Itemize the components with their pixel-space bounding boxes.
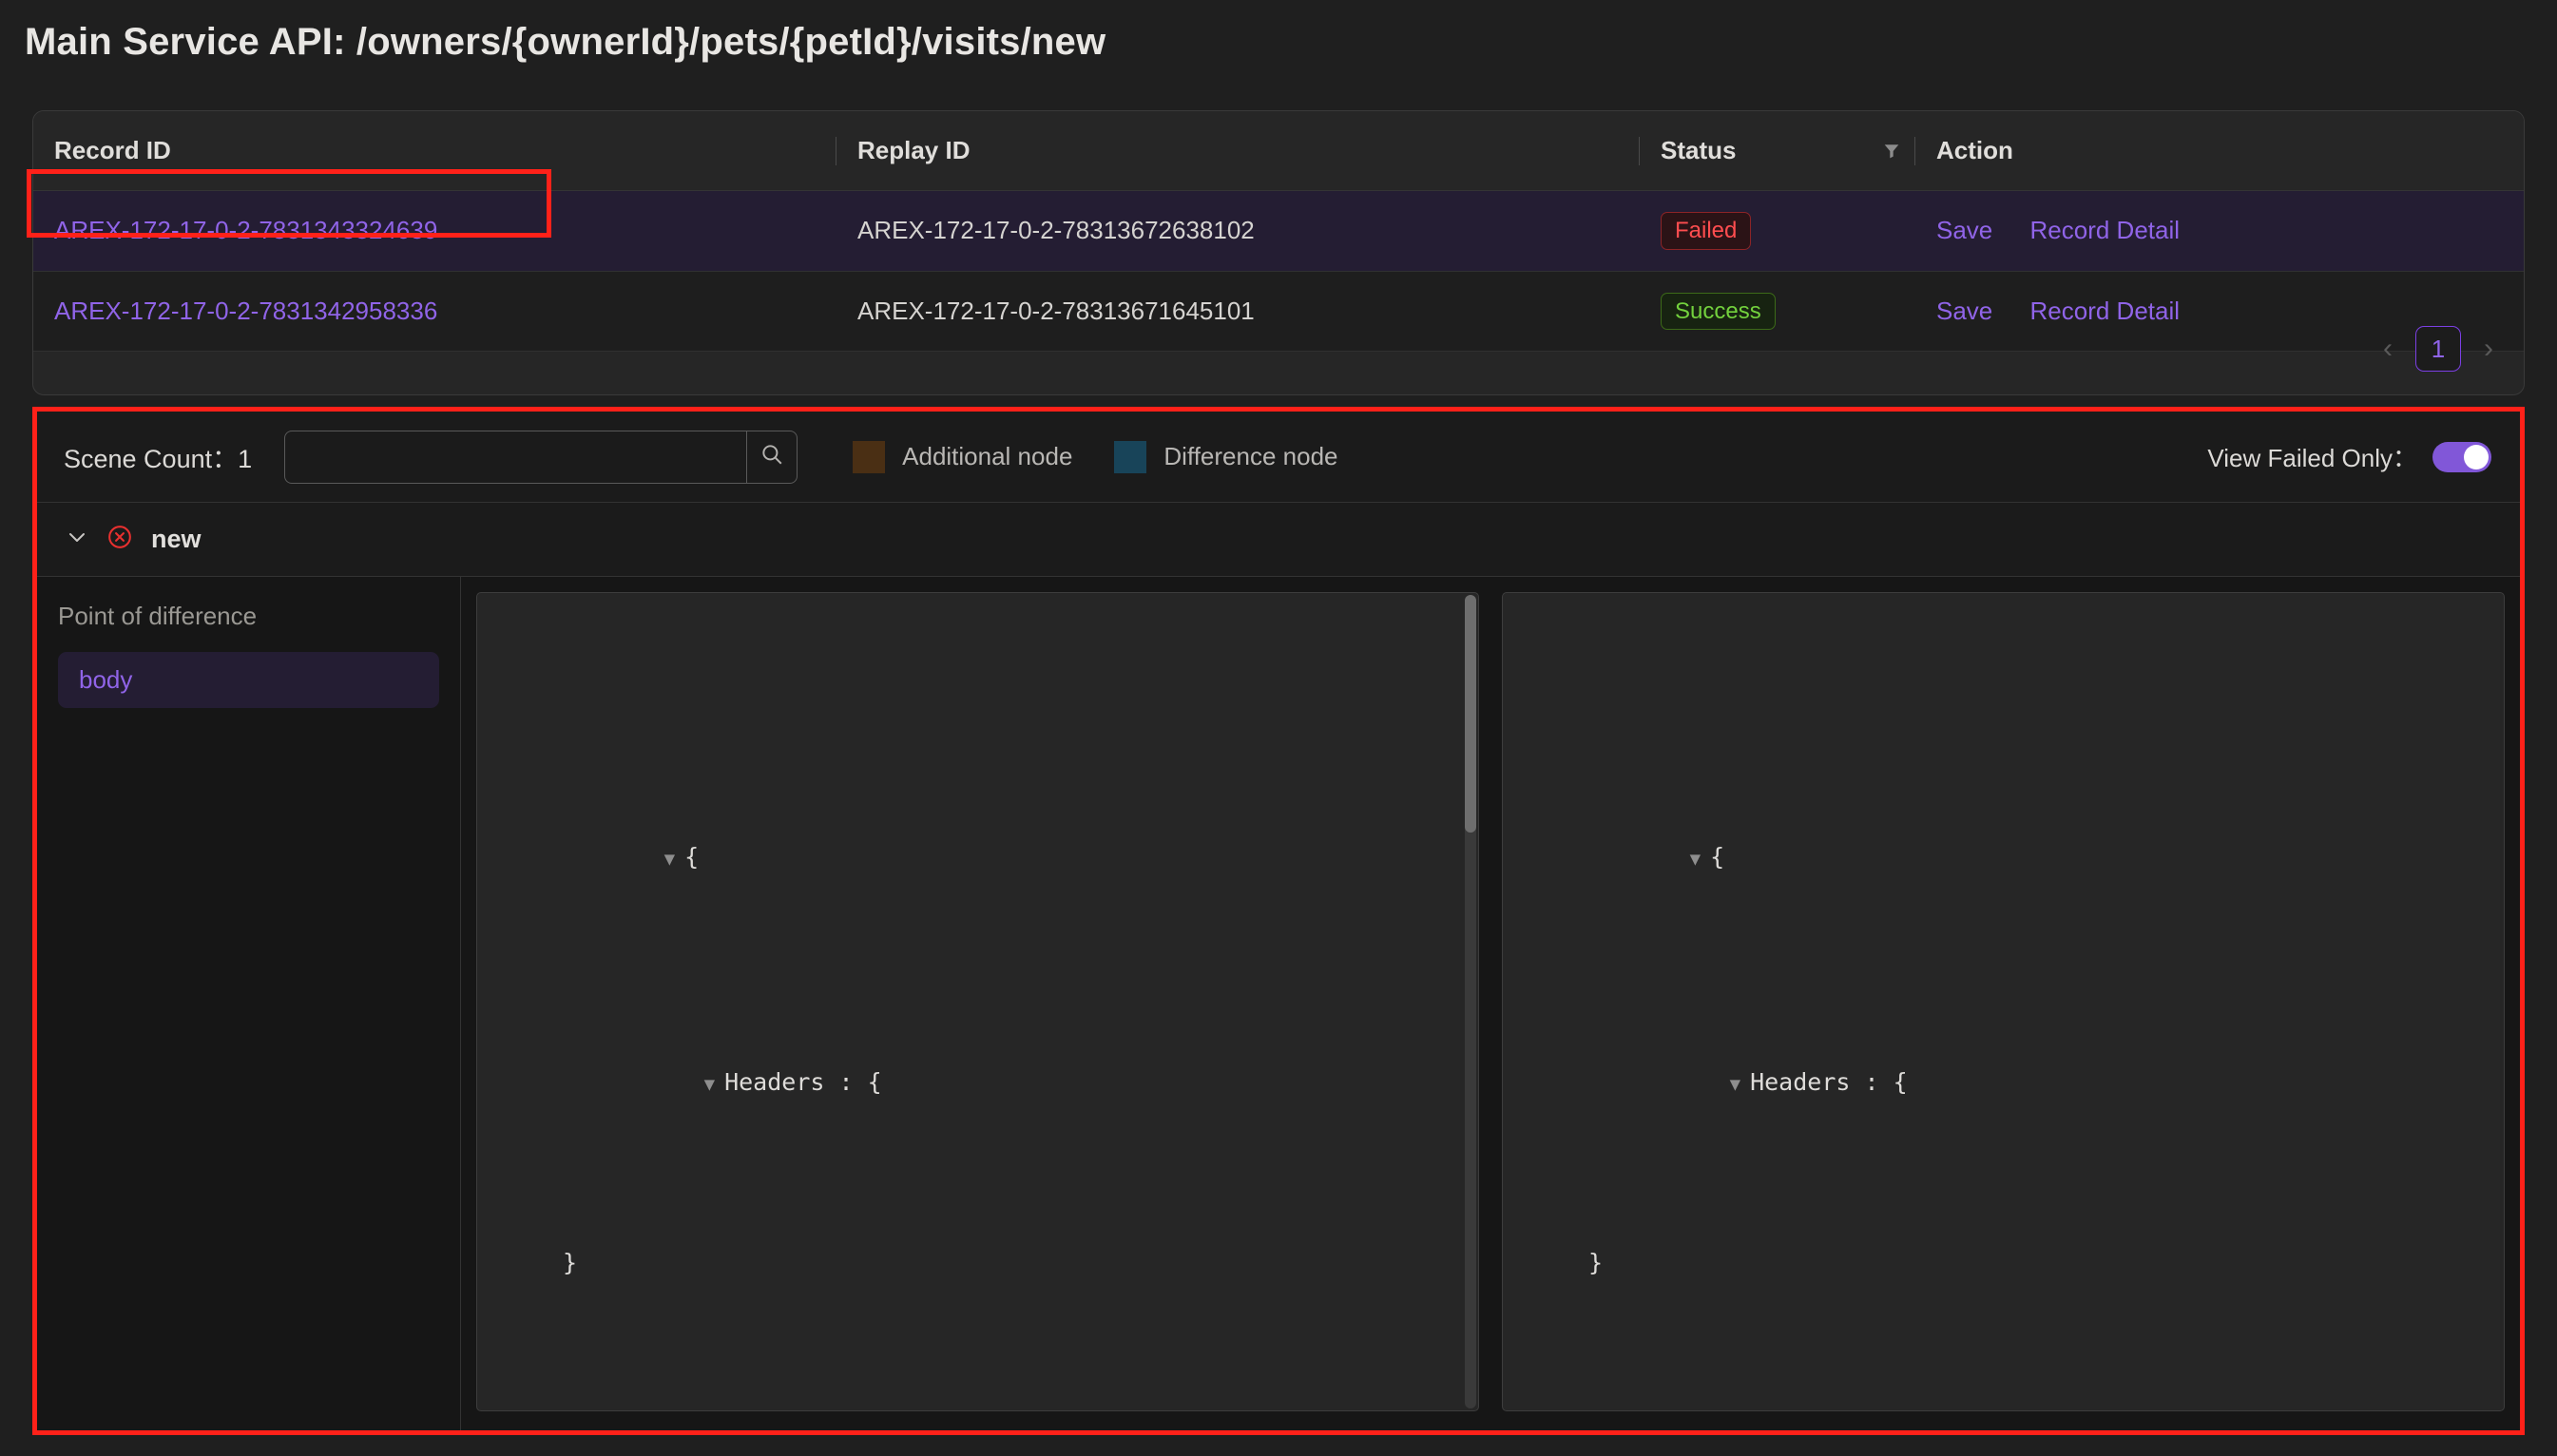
scene-header[interactable]: new [37,503,2520,577]
column-header-action: Action [1915,111,2524,191]
view-failed-only-toggle[interactable] [2432,441,2491,472]
point-of-difference-panel: Point of difference body [37,577,461,1430]
caret-down-icon[interactable]: ▼ [1730,1074,1740,1095]
caret-down-icon[interactable]: ▼ [1690,849,1701,870]
column-header-replay-id-label: Replay ID [857,136,971,164]
point-of-difference-item-body[interactable]: body [58,652,439,708]
table-row[interactable]: AREX-172-17-0-2-7831342958336 AREX-172-1… [33,271,2524,353]
search-input[interactable] [284,430,747,484]
cell-replay-id: AREX-172-17-0-2-78313671645101 [836,271,1640,353]
code-pane-benchmark: ▼{ ▼Headers : { } body : <html> <head> <… [476,592,1479,1411]
table-header-row: Record ID Replay ID Status Action [33,111,2524,191]
error-circle-icon [107,525,132,554]
diff-section: Scene Count：1 Additional node Difference… [32,407,2525,1435]
scene-count-label: Scene Count： [64,445,239,473]
column-header-record-id-label: Record ID [54,136,171,164]
point-of-difference-title: Point of difference [58,602,258,630]
tree-headers-line[interactable]: ▼ Headers : { [1503,1015,2504,1151]
json-tree-header: ▼{ ▼ Headers : { } [1503,683,2504,1376]
pagination: ‹ 1 › [2377,326,2499,372]
cell-action: Save Record Detail [1915,190,2524,272]
tree-root-text: { [1710,842,1725,871]
replay-id-text: AREX-172-17-0-2-78313671645101 [857,296,1255,325]
cell-status: Success [1640,271,1915,353]
search-icon [759,442,784,471]
tree-root-line[interactable]: ▼{ [477,789,1478,925]
status-badge: Success [1661,292,1776,331]
legend-item-additional-node: Additional node [853,440,1073,473]
caret-down-icon[interactable]: ▼ [704,1074,715,1095]
diff-toolbar: Scene Count：1 Additional node Difference… [37,412,2520,503]
column-header-status-label: Status [1661,136,1737,164]
caret-down-icon[interactable]: ▼ [664,849,675,870]
tree-headers-close: } [563,1249,578,1276]
legend-item-difference-node: Difference node [1114,440,1338,473]
record-id-link[interactable]: AREX-172-17-0-2-7831342958336 [54,297,437,325]
save-link[interactable]: Save [1936,297,1992,325]
diff-body: Point of difference body ▼{ ▼ Headers : {… [37,577,2520,1430]
tree-headers-close: } [1588,1249,1604,1276]
legend: Additional node Difference node [853,440,1338,473]
column-header-action-label: Action [1936,136,2013,164]
records-card: Record ID Replay ID Status Action AREX-1… [32,110,2525,395]
view-failed-only: View Failed Only： [2207,439,2491,474]
cell-record-id: AREX-172-17-0-2-7831342958336 [33,271,836,353]
additional-node-swatch [853,440,886,473]
save-link[interactable]: Save [1936,216,1992,244]
record-id-link[interactable]: AREX-172-17-0-2-7831343324639 [54,216,437,244]
status-badge: Failed [1661,212,1752,250]
code-pane-test: ▼{ ▼Headers : { } body : <html> <head> <… [1502,592,2505,1411]
records-table: Record ID Replay ID Status Action AREX-1… [33,111,2524,353]
column-header-replay-id[interactable]: Replay ID [836,111,1640,191]
toggle-knob [2464,444,2489,469]
table-row[interactable]: AREX-172-17-0-2-7831343324639 AREX-172-1… [33,190,2524,272]
pagination-prev-icon[interactable]: ‹ [2377,333,2398,365]
scrollbar-track[interactable] [1465,595,1476,1408]
record-detail-link[interactable]: Record Detail [2030,216,2181,244]
legend-label: Additional node [902,442,1073,470]
search-button[interactable] [746,430,798,484]
filter-icon[interactable] [1883,143,1900,160]
json-tree-header: ▼{ ▼ Headers : { } [477,683,1478,1376]
scene-count: Scene Count：1 [64,438,252,475]
tree-headers-text: Headers : { [724,1068,882,1096]
code-content-test: ▼{ ▼Headers : { } body : <html> <head> <… [1503,593,2504,1410]
tree-headers-text: Headers : { [1750,1068,1908,1096]
cell-record-id: AREX-172-17-0-2-7831343324639 [33,190,836,272]
column-header-status[interactable]: Status [1640,111,1915,191]
pagination-page-1[interactable]: 1 [2415,326,2461,372]
code-content-benchmark: ▼{ ▼Headers : { } body : <html> <head> <… [477,593,1478,1410]
view-failed-only-label: View Failed Only： [2207,444,2417,472]
replay-id-text: AREX-172-17-0-2-78313672638102 [857,216,1255,245]
scene-name: new [151,525,202,553]
scrollbar-thumb[interactable] [1465,595,1476,833]
tree-headers-line[interactable]: ▼ Headers : { [477,1015,1478,1151]
page-title: Main Service API: /owners/{ownerId}/pets… [25,21,1106,63]
pagination-next-icon[interactable]: › [2478,333,2499,365]
cell-status: Failed [1640,190,1915,272]
difference-node-swatch [1114,440,1147,473]
column-header-record-id[interactable]: Record ID [33,111,836,191]
record-detail-link[interactable]: Record Detail [2030,297,2181,325]
search-box [284,430,798,484]
scene-count-value: 1 [238,445,253,473]
cell-replay-id: AREX-172-17-0-2-78313672638102 [836,190,1640,272]
legend-label: Difference node [1163,442,1338,470]
chevron-down-icon[interactable] [66,526,88,553]
tree-root-text: { [684,842,700,871]
tree-root-line[interactable]: ▼{ [1503,789,2504,925]
